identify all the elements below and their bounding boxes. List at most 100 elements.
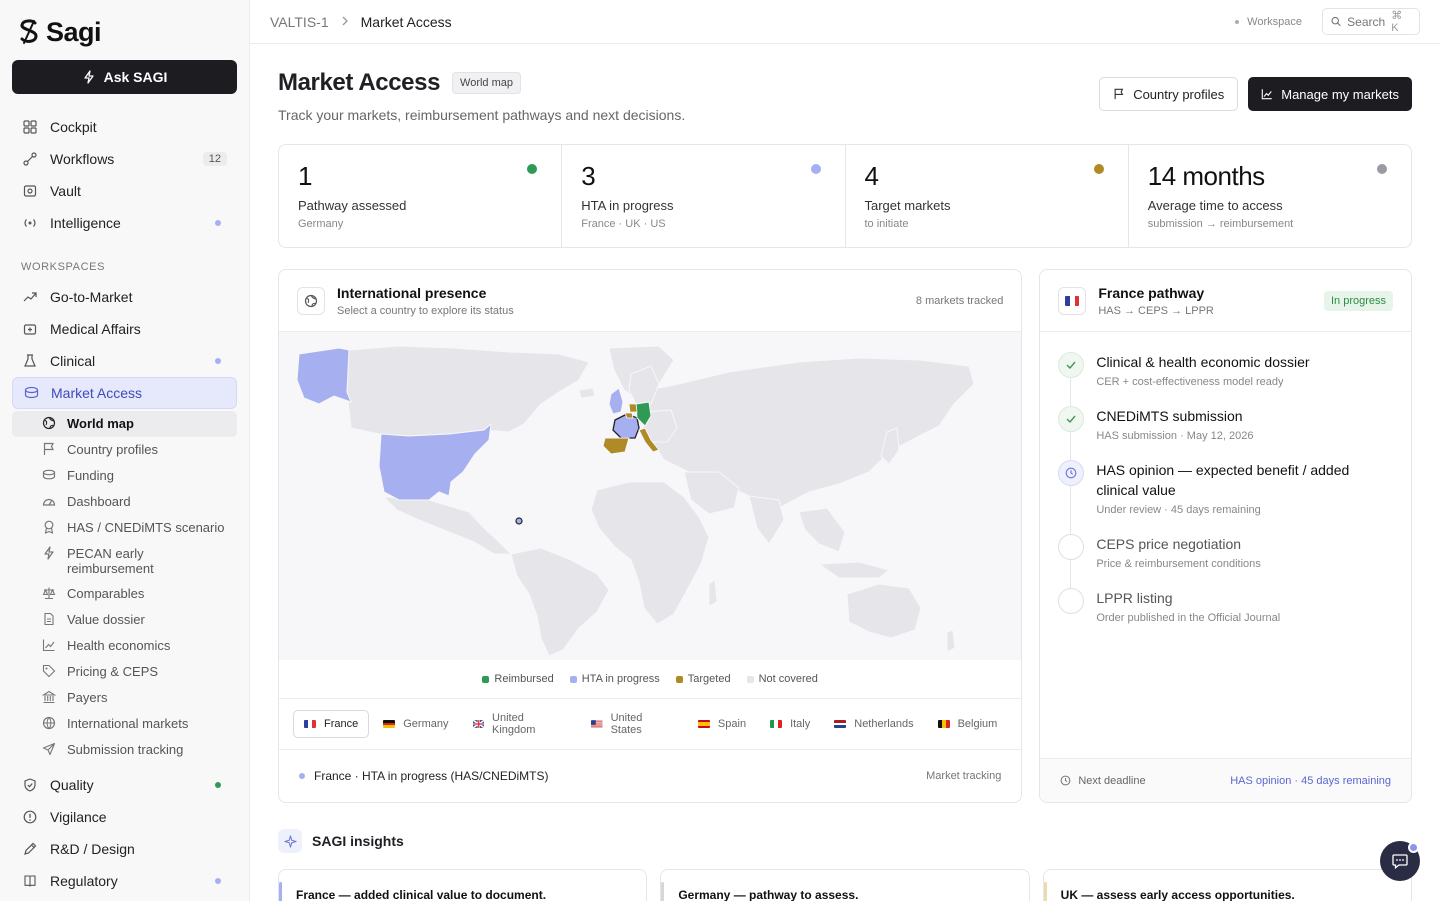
breadcrumb-current: Market Access (360, 13, 452, 30)
workflow-icon (22, 151, 38, 167)
intelligence-status-dot (215, 220, 221, 226)
nav-intelligence[interactable]: Intelligence (12, 207, 237, 239)
subnav-world-map[interactable]: World map (12, 411, 237, 437)
cards-row: International presence Select a country … (278, 269, 1412, 803)
search-icon (1331, 16, 1341, 27)
subnav-pecan-early-reimbursement[interactable]: PECAN early reimbursement (12, 541, 237, 581)
tab-label: Germany (403, 718, 449, 730)
clinical-status-dot (215, 358, 221, 364)
scale-icon (42, 586, 56, 600)
workspace-dot (1235, 19, 1240, 24)
subnav-funding[interactable]: Funding (12, 463, 237, 489)
subnav-label: Health economics (67, 638, 171, 653)
ask-sagi-button[interactable]: Ask SAGI (12, 60, 237, 94)
tab-united-kingdom[interactable]: United Kingdom (463, 710, 578, 738)
lightning-icon (83, 70, 94, 84)
nav-cockpit[interactable]: Cockpit (12, 111, 237, 143)
nav-clinical-label: Clinical (50, 353, 96, 369)
world-map[interactable] (279, 332, 1022, 660)
pathway-step[interactable]: HAS opinion — expected benefit / added c… (1058, 460, 1393, 534)
insight-card-germany[interactable]: Germany — pathway to assess. (660, 869, 1030, 901)
subnav-value-dossier[interactable]: Value dossier (12, 607, 237, 633)
subnav-submission-tracking[interactable]: Submission tracking (12, 737, 237, 763)
insight-card-france[interactable]: France — added clinical value to documen… (278, 869, 648, 901)
insight-card-uk[interactable]: UK — assess early access opportunities. (1042, 869, 1412, 901)
tab-germany[interactable]: Germany (373, 710, 458, 738)
nav-clinical[interactable]: Clinical (12, 345, 237, 377)
sparkle-icon (278, 829, 302, 853)
subnav-dashboard[interactable]: Dashboard (12, 489, 237, 515)
brand-logo[interactable]: Sagi (12, 16, 237, 48)
map-netherlands (628, 403, 638, 413)
tab-label: Netherlands (854, 718, 914, 730)
tab-france[interactable]: France (293, 710, 370, 738)
tab-united-states[interactable]: United States (581, 710, 684, 738)
next-deadline-label: Next deadline (1078, 774, 1146, 787)
selection-status-dot (299, 773, 305, 779)
logo-s-icon (20, 19, 38, 44)
subnav-label: World map (67, 416, 134, 431)
map-card-subtitle: Select a country to explore its status (337, 304, 514, 317)
subnav-label: Submission tracking (67, 742, 184, 757)
subnav-label: International markets (67, 716, 189, 731)
nav-go-to-market[interactable]: Go-to-Market (12, 281, 237, 313)
ask-sagi-label: Ask SAGI (103, 69, 168, 85)
map-france (612, 413, 640, 439)
subnav-has-cnedimts-scenario[interactable]: HAS / CNEDiMTS scenario (12, 515, 237, 541)
search-button[interactable]: Search ⌘ K (1322, 8, 1420, 35)
tab-netherlands[interactable]: Netherlands (824, 710, 923, 738)
stat-status-dot (1377, 164, 1387, 174)
nav-vigilance[interactable]: Vigilance (12, 801, 237, 833)
tag-icon (42, 664, 56, 678)
italy-flag-icon (770, 720, 783, 728)
nav-regulatory[interactable]: Regulatory (12, 865, 237, 897)
nav-market-access[interactable]: Market Access (12, 377, 237, 409)
book-icon (22, 873, 38, 889)
next-deadline-value[interactable]: HAS opinion · 45 days remaining (1230, 775, 1391, 787)
coins-icon (42, 468, 56, 482)
globe-icon (42, 716, 56, 730)
trend-up-icon (22, 289, 38, 305)
breadcrumb-root[interactable]: VALTIS-1 (270, 14, 329, 30)
subnav-country-profiles[interactable]: Country profiles (12, 437, 237, 463)
page-subtitle: Track your markets, reimbursement pathwa… (278, 107, 686, 123)
tab-italy[interactable]: Italy (760, 710, 820, 738)
pathway-step[interactable]: CEPS price negotiation Price & reimbursem… (1058, 534, 1393, 588)
map-india (748, 495, 785, 545)
map-united-states (378, 422, 492, 501)
nav-vault[interactable]: Vault (12, 175, 237, 207)
nav-regulatory-label: Regulatory (50, 873, 118, 889)
market-tracking-link[interactable]: Market tracking (926, 770, 1001, 782)
pathway-step[interactable]: LPPR listing Order published in the Offic… (1058, 588, 1393, 642)
stat-value: 4 (864, 161, 879, 191)
chat-button[interactable] (1380, 841, 1420, 881)
map-legend: Reimbursed HTA in progress Targeted Not … (279, 660, 1021, 698)
stat-label: Target markets (864, 198, 951, 213)
nav-rd-design[interactable]: R&D / Design (12, 833, 237, 865)
subnav-payers[interactable]: Payers (12, 685, 237, 711)
subnav-international-markets[interactable]: International markets (12, 711, 237, 737)
subnav-label: Pricing & CEPS (67, 664, 159, 679)
manage-markets-button[interactable]: Manage my markets (1248, 77, 1412, 111)
chat-bubble-icon (1392, 854, 1408, 870)
legend-label: Reimbursed (494, 673, 554, 685)
map-madagascar (708, 579, 718, 607)
pathway-step[interactable]: CNEDiMTS submission HAS submission · May … (1058, 406, 1393, 460)
tab-spain[interactable]: Spain (688, 710, 756, 738)
subnav-pricing-ceps[interactable]: Pricing & CEPS (12, 659, 237, 685)
country-profiles-button[interactable]: Country profiles (1099, 77, 1239, 111)
france-flag-icon (304, 720, 316, 728)
subnav-comparables[interactable]: Comparables (12, 581, 237, 607)
tab-label: France (324, 718, 359, 730)
clock-icon (1060, 775, 1071, 786)
subnav-label: PECAN early reimbursement (67, 546, 154, 576)
nav-workflows[interactable]: Workflows 12 (12, 143, 237, 175)
workspace-indicator[interactable]: Workspace (1235, 16, 1302, 28)
pathway-step[interactable]: Clinical & health economic dossier CER + … (1058, 352, 1393, 406)
subnav-health-economics[interactable]: Health economics (12, 633, 237, 659)
nav-quality[interactable]: Quality (12, 769, 237, 801)
nav-medical-affairs[interactable]: Medical Affairs (12, 313, 237, 345)
tab-belgium[interactable]: Belgium (928, 710, 1008, 738)
france-card-header: France pathway HAS → CEPS → LPPR In prog… (1040, 270, 1411, 332)
coins-icon (23, 385, 39, 401)
